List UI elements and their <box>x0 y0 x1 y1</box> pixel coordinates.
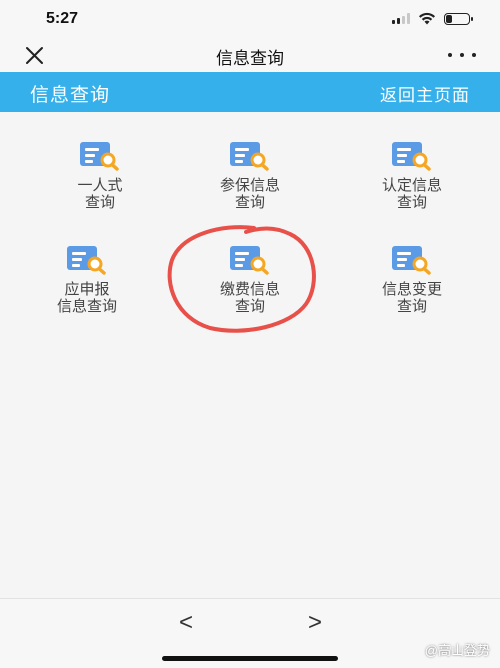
menu-item-label: 信息变更 查询 <box>381 281 442 315</box>
menu-item-label: 应申报 信息查询 <box>56 281 117 315</box>
menu-item-declaration-query[interactable]: 应申报 信息查询 <box>7 245 167 315</box>
more-icon[interactable] <box>448 42 476 68</box>
document-search-icon <box>392 246 431 275</box>
back-to-home-link[interactable]: 返回主页面 <box>380 81 470 106</box>
status-bar: 5:27 <box>0 0 500 38</box>
menu-item-payment-query[interactable]: 缴费信息 查询 <box>170 245 330 315</box>
document-search-icon <box>230 246 269 275</box>
menu-item-change-query[interactable]: 信息变更 查询 <box>332 245 492 315</box>
forward-arrow-icon[interactable]: > <box>300 609 330 637</box>
wifi-icon <box>419 12 435 25</box>
menu-item-label: 认定信息 查询 <box>381 177 442 211</box>
page-header: 信息查询 返回主页面 <box>0 72 500 112</box>
battery-icon <box>444 12 473 25</box>
battery-level <box>446 14 452 23</box>
home-indicator[interactable] <box>162 656 338 661</box>
menu-item-insurance-query[interactable]: 参保信息 查询 <box>170 141 330 211</box>
watermark: @高山登势 <box>424 643 490 658</box>
menu-item-label: 缴费信息 查询 <box>219 281 280 315</box>
document-search-icon <box>67 246 106 275</box>
menu-item-label: 参保信息 查询 <box>219 177 280 211</box>
menu-item-individual-query[interactable]: 一人式 查询 <box>20 141 180 211</box>
back-arrow-icon[interactable]: < <box>171 609 201 637</box>
menu-item-identification-query[interactable]: 认定信息 查询 <box>332 141 492 211</box>
nav-bar: 信息查询 <box>0 38 500 72</box>
menu-item-label: 一人式 查询 <box>77 177 123 211</box>
document-search-icon <box>392 142 431 171</box>
status-time: 5:27 <box>46 10 79 27</box>
page-title: 信息查询 <box>30 85 111 106</box>
nav-title: 信息查询 <box>216 49 284 68</box>
status-icons <box>392 12 473 25</box>
document-search-icon <box>80 142 119 171</box>
cellular-signal-icon <box>392 13 410 24</box>
document-search-icon <box>230 142 269 171</box>
